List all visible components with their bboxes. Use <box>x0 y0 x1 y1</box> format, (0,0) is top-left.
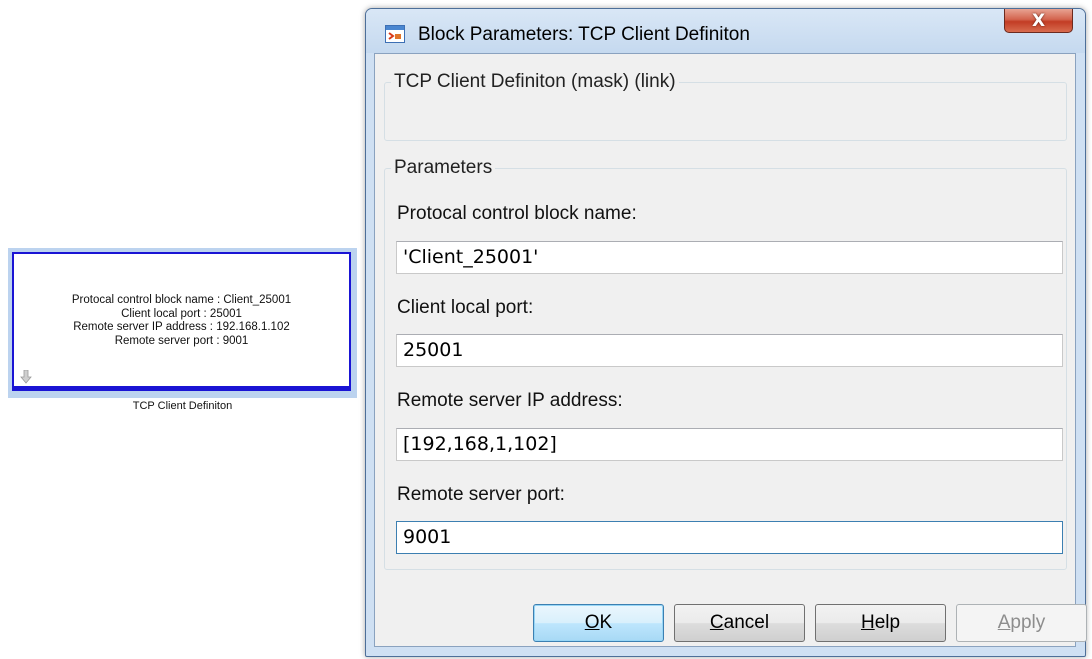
block-name-label: Protocal control block name: <box>397 203 637 224</box>
description-group: TCP Client Definiton (mask) (link) <box>384 71 1067 141</box>
cancel-button[interactable]: Cancel <box>674 604 805 642</box>
title-bar[interactable]: Block Parameters: TCP Client Definiton X <box>366 9 1085 53</box>
remote-port-input[interactable]: 9001 <box>396 521 1063 554</box>
block-parameters-dialog: Block Parameters: TCP Client Definiton X… <box>365 8 1087 657</box>
input-port-arrow-icon <box>20 370 32 384</box>
simulink-block-selection[interactable]: Protocal control block name : Client_250… <box>8 248 357 398</box>
local-port-input[interactable]: 25001 <box>396 334 1063 367</box>
ok-label-rest: K <box>599 612 613 633</box>
block-caption[interactable]: TCP Client Definiton <box>8 400 357 412</box>
block-mask-text: Protocal control block name : Client_250… <box>14 294 349 348</box>
block-name-input[interactable]: 'Client_25001' <box>396 241 1063 274</box>
close-icon: X <box>1031 10 1046 31</box>
ok-mnemonic: O <box>584 612 600 633</box>
help-mnemonic: H <box>860 612 875 633</box>
parameters-group: Parameters <box>384 157 1067 570</box>
ok-button[interactable]: OK <box>533 604 664 642</box>
apply-label-rest: pply <box>1010 612 1046 633</box>
apply-mnemonic: A <box>997 612 1011 633</box>
local-port-label: Client local port: <box>397 297 534 318</box>
cancel-mnemonic: C <box>709 612 724 633</box>
remote-ip-input[interactable]: [192,168,1,102] <box>396 428 1063 461</box>
dialog-client-area: TCP Client Definiton (mask) (link) Param… <box>374 53 1087 647</box>
close-button[interactable]: X <box>1004 9 1073 33</box>
description-group-title: TCP Client Definiton (mask) (link) <box>391 71 679 93</box>
remote-ip-label: Remote server IP address: <box>397 390 623 411</box>
remote-port-label: Remote server port: <box>397 484 565 505</box>
help-button[interactable]: Help <box>815 604 946 642</box>
help-label-rest: elp <box>874 612 901 633</box>
apply-button[interactable]: Apply <box>956 604 1087 642</box>
block-line-remote-ip: Remote server IP address : 192.168.1.102 <box>73 321 290 333</box>
block-line-name: Protocal control block name : Client_250… <box>71 294 292 306</box>
simulink-block-icon <box>385 25 405 43</box>
tcp-client-block[interactable]: Protocal control block name : Client_250… <box>12 252 351 391</box>
block-line-remote-port: Remote server port : 9001 <box>114 334 249 347</box>
dialog-title: Block Parameters: TCP Client Definiton <box>418 24 750 45</box>
block-line-local-port: Client local port : 25001 <box>121 307 242 320</box>
parameters-group-title: Parameters <box>391 157 496 179</box>
cancel-label-rest: ancel <box>723 612 770 633</box>
